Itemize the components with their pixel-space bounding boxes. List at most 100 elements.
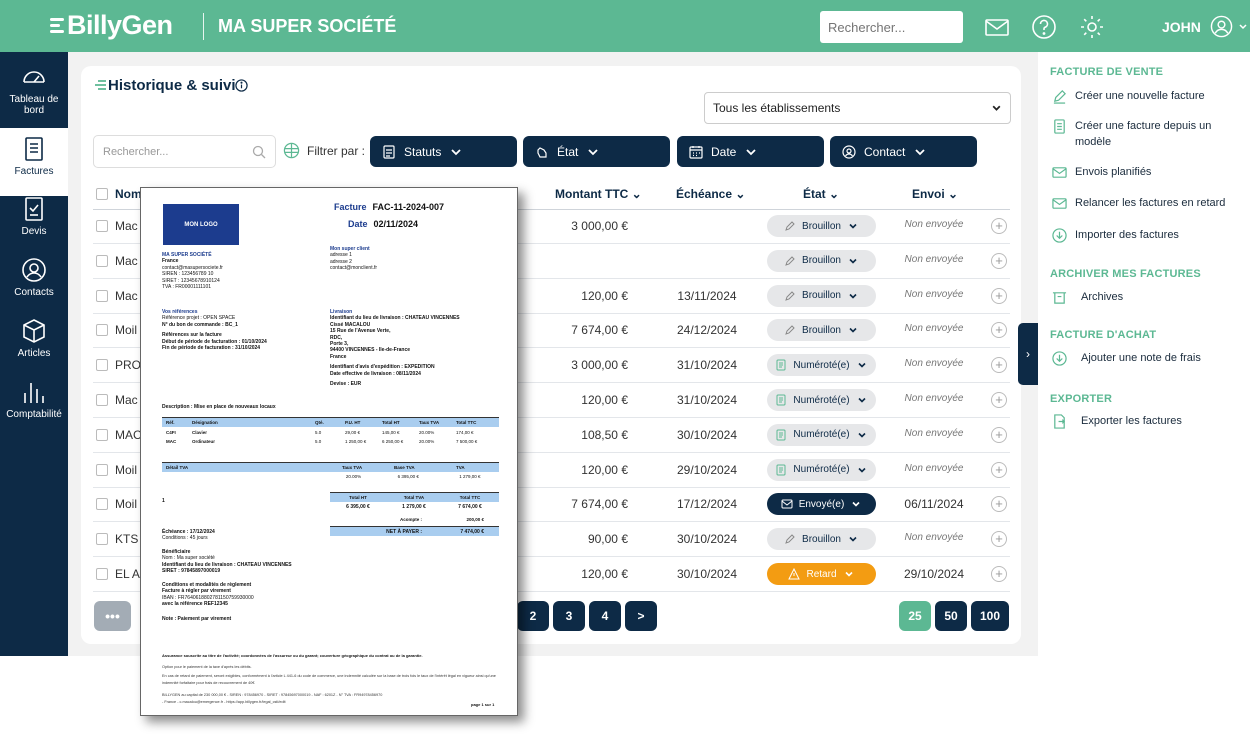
row-add-icon[interactable]: + (991, 252, 1007, 269)
settings-icon[interactable] (1079, 14, 1105, 40)
action-scheduled[interactable]: Envois planifiés (1052, 164, 1151, 180)
col-echeance[interactable]: Échéance ⌄ (676, 187, 745, 201)
page-2-button[interactable]: 2 (517, 601, 549, 631)
row-name[interactable]: MAC (115, 428, 142, 442)
row-checkbox[interactable] (96, 359, 108, 372)
action-export[interactable]: Exporter les factures (1052, 413, 1182, 429)
row-name[interactable]: Mac (115, 393, 138, 407)
user-name[interactable]: JOHN (1162, 19, 1201, 35)
page-4-button[interactable]: 4 (589, 601, 621, 631)
help-icon[interactable] (1031, 14, 1057, 40)
status-badge[interactable]: Brouillon (767, 215, 876, 237)
filter-etat[interactable]: État (523, 136, 670, 167)
status-badge[interactable]: Brouillon (767, 284, 876, 307)
mail-icon[interactable] (984, 14, 1010, 40)
row-name[interactable]: Mac (115, 219, 138, 233)
dashboard-icon (23, 71, 45, 83)
status-badge[interactable]: Retard (767, 563, 876, 585)
row-checkbox[interactable] (96, 254, 108, 267)
filter-date[interactable]: Date (677, 136, 824, 167)
row-checkbox[interactable] (96, 498, 108, 511)
action-label: Ajouter une note de frais (1081, 352, 1201, 364)
sidebar-label: Contacts (14, 287, 54, 298)
row-add-icon[interactable]: + (991, 426, 1007, 443)
user-avatar-icon[interactable] (1210, 15, 1233, 38)
col-envoi[interactable]: Envoi ⌄ (912, 187, 958, 201)
row-name[interactable]: PRO (115, 358, 141, 372)
row-sent-status: Non envoyée (904, 427, 964, 439)
chevron-down-icon[interactable] (1238, 22, 1248, 32)
row-name[interactable]: Mac (115, 254, 138, 268)
action-import[interactable]: Importer des factures (1052, 227, 1179, 243)
page-size-50[interactable]: 50 (935, 601, 967, 631)
establishment-select[interactable]: Tous les établissements (704, 92, 1011, 124)
status-badge[interactable]: Brouillon (767, 319, 876, 342)
col-etat[interactable]: État ⌄ (803, 187, 839, 201)
status-badge[interactable]: Brouillon (767, 249, 876, 272)
status-badge[interactable]: Numéroté(e) (767, 423, 876, 446)
row-checkbox[interactable] (96, 394, 108, 406)
preview-line-number: 1 (162, 498, 165, 504)
status-badge[interactable]: Numéroté(e) (767, 458, 876, 481)
sidebar-label: Comptabilité (6, 409, 62, 420)
row-name[interactable]: KTS (115, 532, 138, 546)
filter-contact[interactable]: Contact (830, 136, 977, 167)
page-size-100[interactable]: 100 (971, 601, 1009, 631)
invoice-search-input[interactable]: Rechercher... (93, 135, 276, 168)
action-from-template[interactable]: Créer une facture depuis un modèle (1052, 118, 1242, 150)
action-expense-note[interactable]: Ajouter une note de frais (1052, 350, 1201, 366)
action-label: Créer une facture depuis un modèle (1075, 120, 1212, 148)
col-nom[interactable]: Nom (115, 187, 142, 201)
row-sent-status: Non envoyée (904, 288, 964, 300)
sidebar-item-contacts[interactable]: Contacts (0, 257, 68, 325)
row-name[interactable]: Moil (115, 463, 137, 477)
sidebar-item-articles[interactable]: Articles (0, 318, 68, 386)
collapse-panel-button[interactable]: › (1018, 323, 1038, 385)
select-all-checkbox[interactable] (96, 188, 108, 200)
row-checkbox[interactable] (96, 324, 108, 337)
pagination-more[interactable]: ••• (94, 601, 131, 631)
sidebar-item-dashboard[interactable]: Tableau de bord (0, 64, 68, 132)
sidebar-item-comptabilite[interactable]: Comptabilité (0, 379, 68, 447)
document-icon (776, 464, 786, 476)
action-archives[interactable]: Archives (1052, 289, 1123, 305)
status-badge[interactable]: Numéroté(e) (767, 389, 876, 411)
status-badge[interactable]: Numéroté(e) (767, 354, 876, 377)
row-checkbox[interactable] (96, 463, 108, 476)
row-checkbox[interactable] (96, 220, 108, 232)
row-checkbox[interactable] (96, 533, 108, 546)
page-3-button[interactable]: 3 (553, 601, 585, 631)
sidebar-item-factures[interactable]: Factures (0, 128, 68, 196)
app-logo[interactable]: BillyGen (50, 10, 173, 41)
row-amount: 7 674,00 € (571, 497, 628, 512)
action-new-invoice[interactable]: Créer une nouvelle facture (1052, 88, 1205, 104)
row-add-icon[interactable]: + (991, 461, 1007, 478)
row-name[interactable]: Moil (115, 497, 137, 511)
filter-statuts[interactable]: Statuts (370, 136, 517, 167)
status-badge[interactable]: Brouillon (767, 528, 876, 551)
row-name[interactable]: EL A (115, 567, 140, 581)
preview-page-number: page 1 sur 1 (471, 702, 495, 707)
row-add-icon[interactable]: + (991, 566, 1007, 582)
sidebar: Tableau de bord Factures Devis Contacts … (0, 52, 68, 656)
next-page-button[interactable]: > (625, 601, 657, 631)
row-checkbox[interactable] (96, 289, 108, 302)
row-name[interactable]: Moil (115, 323, 137, 337)
row-name[interactable]: Mac (115, 289, 138, 303)
row-add-icon[interactable]: + (991, 287, 1007, 304)
col-montant[interactable]: Montant TTC ⌄ (555, 187, 642, 201)
row-checkbox[interactable] (96, 568, 108, 580)
row-add-icon[interactable]: + (991, 392, 1007, 408)
action-remind-late[interactable]: Relancer les factures en retard (1052, 195, 1225, 211)
page-size-25[interactable]: 25 (899, 601, 931, 631)
row-checkbox[interactable] (96, 428, 108, 441)
row-add-icon[interactable]: + (991, 218, 1007, 234)
info-icon[interactable] (235, 79, 248, 92)
sidebar-item-devis[interactable]: Devis (0, 196, 68, 264)
status-badge[interactable]: Envoyé(e) (767, 493, 876, 516)
global-search-input[interactable] (820, 11, 963, 43)
sidebar-label: Factures (14, 166, 54, 177)
status-label: Brouillon (802, 255, 841, 267)
quote-icon (25, 197, 43, 221)
filter-label-text: Contact (864, 144, 906, 159)
